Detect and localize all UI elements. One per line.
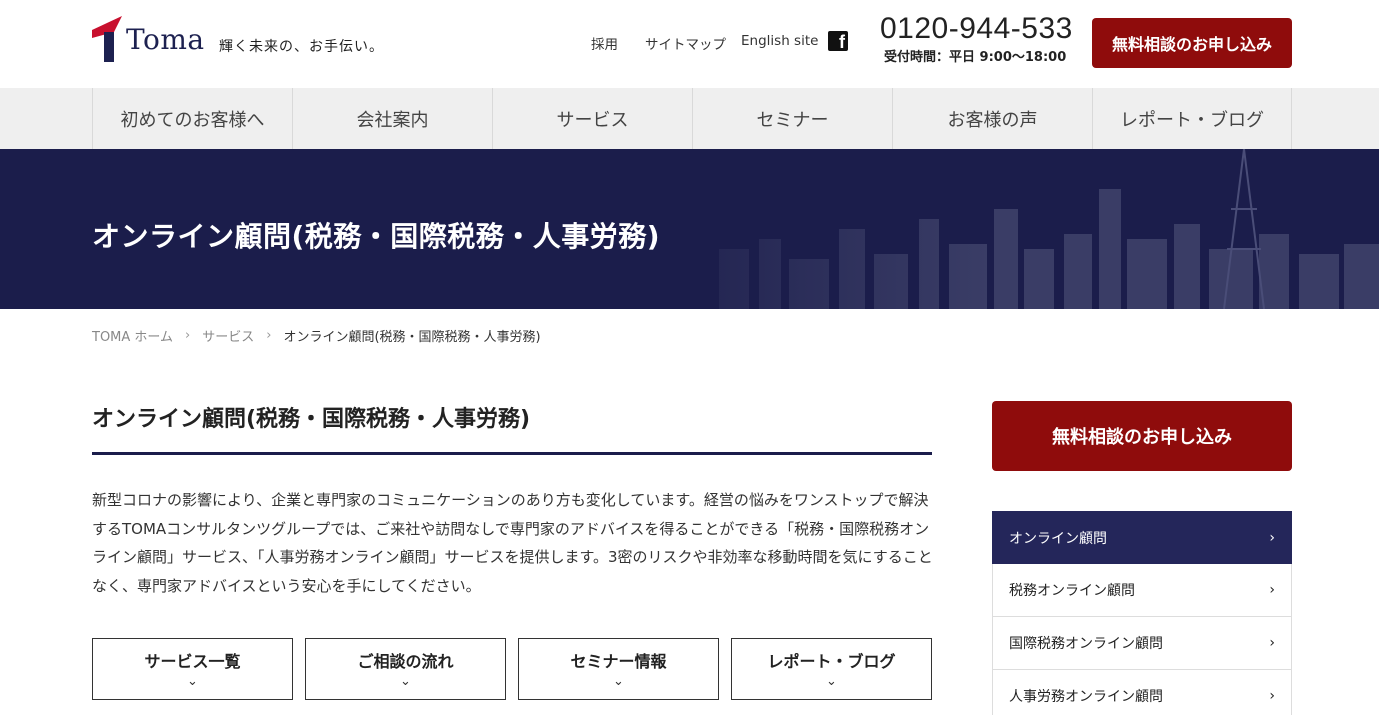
subnav-consultation-flow[interactable]: ご相談の流れ ⌄: [305, 638, 506, 700]
chevron-right-icon: ›: [1269, 582, 1275, 598]
logo-text: Toma: [126, 22, 205, 56]
sidebar-item-tax-online[interactable]: 税務オンライン顧問 ›: [992, 564, 1292, 617]
subnav-seminar-info[interactable]: セミナー情報 ⌄: [518, 638, 719, 700]
page-title: オンライン顧問(税務・国際税務・人事労務): [92, 407, 531, 432]
nav-item-company[interactable]: 会社案内: [292, 88, 492, 149]
phone-number: 0120-944-533: [880, 12, 1073, 45]
sidebar-item-label: 国際税務オンライン顧問: [1009, 636, 1163, 652]
chevron-right-icon: ›: [266, 328, 272, 343]
nav-item-services[interactable]: サービス: [492, 88, 692, 149]
nav-item-seminar[interactable]: セミナー: [692, 88, 892, 149]
top-link-recruit[interactable]: 採用: [591, 33, 618, 53]
nav-item-report-blog[interactable]: レポート・ブログ: [1092, 88, 1292, 149]
breadcrumb-services[interactable]: サービス: [202, 326, 254, 345]
hero-title: オンライン顧問(税務・国際税務・人事労務): [92, 220, 661, 253]
chevron-right-icon: ›: [1269, 688, 1275, 704]
toma-logo-icon: [92, 16, 122, 62]
site-header: Toma 輝く未来の、お手伝い。 採用 サイトマップ English site …: [0, 0, 1379, 88]
top-link-sitemap[interactable]: サイトマップ: [645, 33, 726, 53]
title-underline: [92, 452, 932, 455]
business-hours: 受付時間：平日 9:00〜18:00: [884, 50, 1067, 65]
sidebar-item-intl-tax-online[interactable]: 国際税務オンライン顧問 ›: [992, 617, 1292, 670]
free-consultation-button[interactable]: 無料相談のお申し込み: [1092, 18, 1292, 68]
chevron-right-icon: ›: [185, 328, 191, 343]
sidebar-item-label: 税務オンライン顧問: [1009, 583, 1135, 599]
city-skyline-image: [599, 149, 1379, 309]
subnav-service-list[interactable]: サービス一覧 ⌄: [92, 638, 293, 700]
subnav-label: ご相談の流れ: [357, 652, 454, 671]
global-nav: 初めてのお客様へ 会社案内 サービス セミナー お客様の声 レポート・ブログ: [0, 88, 1379, 149]
breadcrumb: TOMA ホーム › サービス › オンライン顧問(税務・国際税務・人事労務): [92, 326, 541, 345]
nav-item-voices[interactable]: お客様の声: [892, 88, 1092, 149]
chevron-down-icon: ⌄: [400, 674, 411, 689]
sidebar-menu: オンライン顧問 › 税務オンライン顧問 › 国際税務オンライン顧問 › 人事労務…: [992, 511, 1292, 715]
sidebar-item-label: オンライン顧問: [1009, 530, 1107, 547]
tagline: 輝く未来の、お手伝い。: [219, 39, 384, 55]
subnav-report-blog[interactable]: レポート・ブログ ⌄: [731, 638, 932, 700]
chevron-down-icon: ⌄: [613, 674, 624, 689]
intro-paragraph: 新型コロナの影響により、企業と専門家のコミュニケーションのあり方も変化しています…: [92, 491, 933, 595]
subnav-label: セミナー情報: [570, 652, 667, 671]
chevron-down-icon: ⌄: [187, 674, 198, 689]
nav-item-first-visit[interactable]: 初めてのお客様へ: [92, 88, 292, 149]
subnav-label: レポート・ブログ: [767, 652, 896, 671]
sidebar-item-hr-online[interactable]: 人事労務オンライン顧問 ›: [992, 670, 1292, 715]
chevron-right-icon: ›: [1269, 635, 1275, 651]
subnav-label: サービス一覧: [144, 652, 241, 671]
sidebar-item-online-advisor[interactable]: オンライン顧問 ›: [992, 511, 1292, 564]
chevron-right-icon: ›: [1269, 529, 1275, 546]
sidebar-item-label: 人事労務オンライン顧問: [1009, 689, 1163, 705]
breadcrumb-home[interactable]: TOMA ホーム: [92, 326, 173, 345]
hero-banner: オンライン顧問(税務・国際税務・人事労務): [0, 149, 1379, 309]
sidebar-consultation-button[interactable]: 無料相談のお申し込み: [992, 401, 1292, 471]
top-link-english[interactable]: English site: [741, 33, 818, 49]
breadcrumb-current: オンライン顧問(税務・国際税務・人事労務): [283, 330, 541, 345]
chevron-down-icon: ⌄: [826, 674, 837, 689]
site-logo[interactable]: Toma: [92, 16, 205, 62]
facebook-icon[interactable]: f: [828, 31, 848, 52]
